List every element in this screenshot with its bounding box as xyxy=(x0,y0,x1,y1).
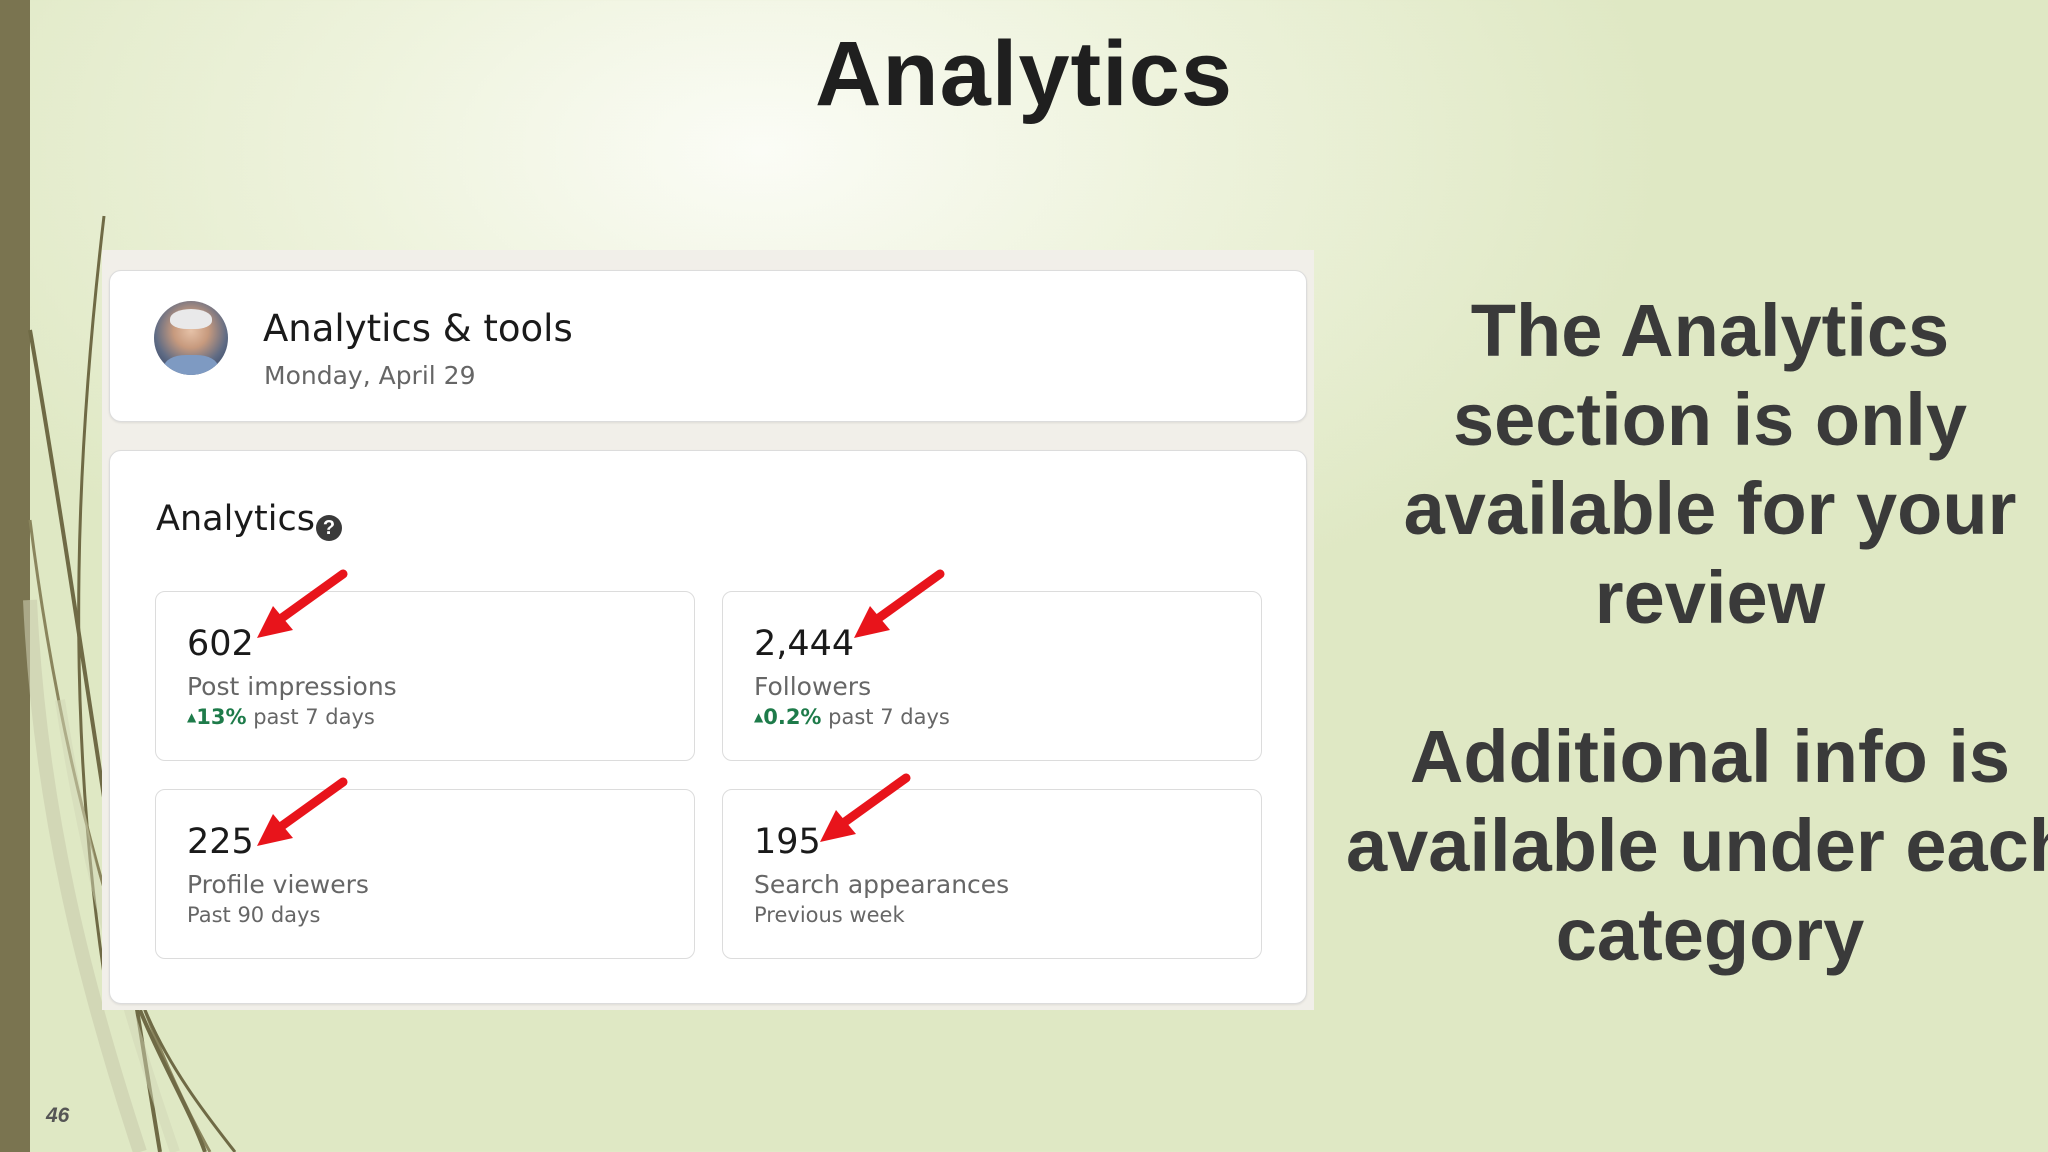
slide-title: Analytics xyxy=(814,23,1234,125)
metric-period: Past 90 days xyxy=(187,903,321,927)
metric-change-value: 0.2% xyxy=(763,705,822,729)
metric-period: past 7 days xyxy=(828,705,950,729)
metric-label: Post impressions xyxy=(187,672,397,701)
metric-change-value: 13% xyxy=(196,705,247,729)
metric-label: Search appearances xyxy=(754,870,1010,899)
triangle-up-icon: ▲ xyxy=(754,710,764,724)
card-date: Monday, April 29 xyxy=(264,361,476,390)
triangle-up-icon: ▲ xyxy=(187,710,197,724)
card-title: Analytics & tools xyxy=(263,307,573,350)
metric-change: ▲13% past 7 days xyxy=(187,705,375,729)
metric-tile-profile-viewers[interactable]: 225 Profile viewers Past 90 days xyxy=(155,789,695,959)
metric-tile-search-appearances[interactable]: 195 Search appearances Previous week xyxy=(722,789,1262,959)
question-circle-icon[interactable]: ? xyxy=(316,515,342,541)
metric-change: ▲0.2% past 7 days xyxy=(754,705,950,729)
red-arrow-icon xyxy=(820,773,911,842)
analytics-tools-card[interactable]: Analytics & tools Monday, April 29 xyxy=(109,270,1307,422)
metric-label: Followers xyxy=(754,672,872,701)
analytics-heading: Analytics xyxy=(156,499,315,539)
side-note-analytics-review: The Analytics section is only available … xyxy=(1403,289,2017,639)
red-arrow-icon xyxy=(257,777,348,846)
page-number: 46 xyxy=(46,1104,70,1127)
metric-tile-post-impressions[interactable]: 602 Post impressions ▲13% past 7 days xyxy=(155,591,695,761)
metric-period: past 7 days xyxy=(253,705,375,729)
metric-value: 602 xyxy=(187,624,254,664)
metric-tile-followers[interactable]: 2,444 Followers ▲0.2% past 7 days xyxy=(722,591,1262,761)
metric-value: 2,444 xyxy=(754,624,855,664)
metric-value: 195 xyxy=(754,822,821,862)
red-arrow-icon xyxy=(257,569,348,638)
avatar[interactable] xyxy=(154,301,228,375)
metric-period: Previous week xyxy=(754,903,905,927)
analytics-card: Analytics ? 602 Post impressions ▲13% pa… xyxy=(109,450,1307,1004)
metric-value: 225 xyxy=(187,822,254,862)
red-arrow-icon xyxy=(854,569,945,638)
side-note-additional-info: Additional info is available under each … xyxy=(1345,715,2048,976)
metric-label: Profile viewers xyxy=(187,870,369,899)
